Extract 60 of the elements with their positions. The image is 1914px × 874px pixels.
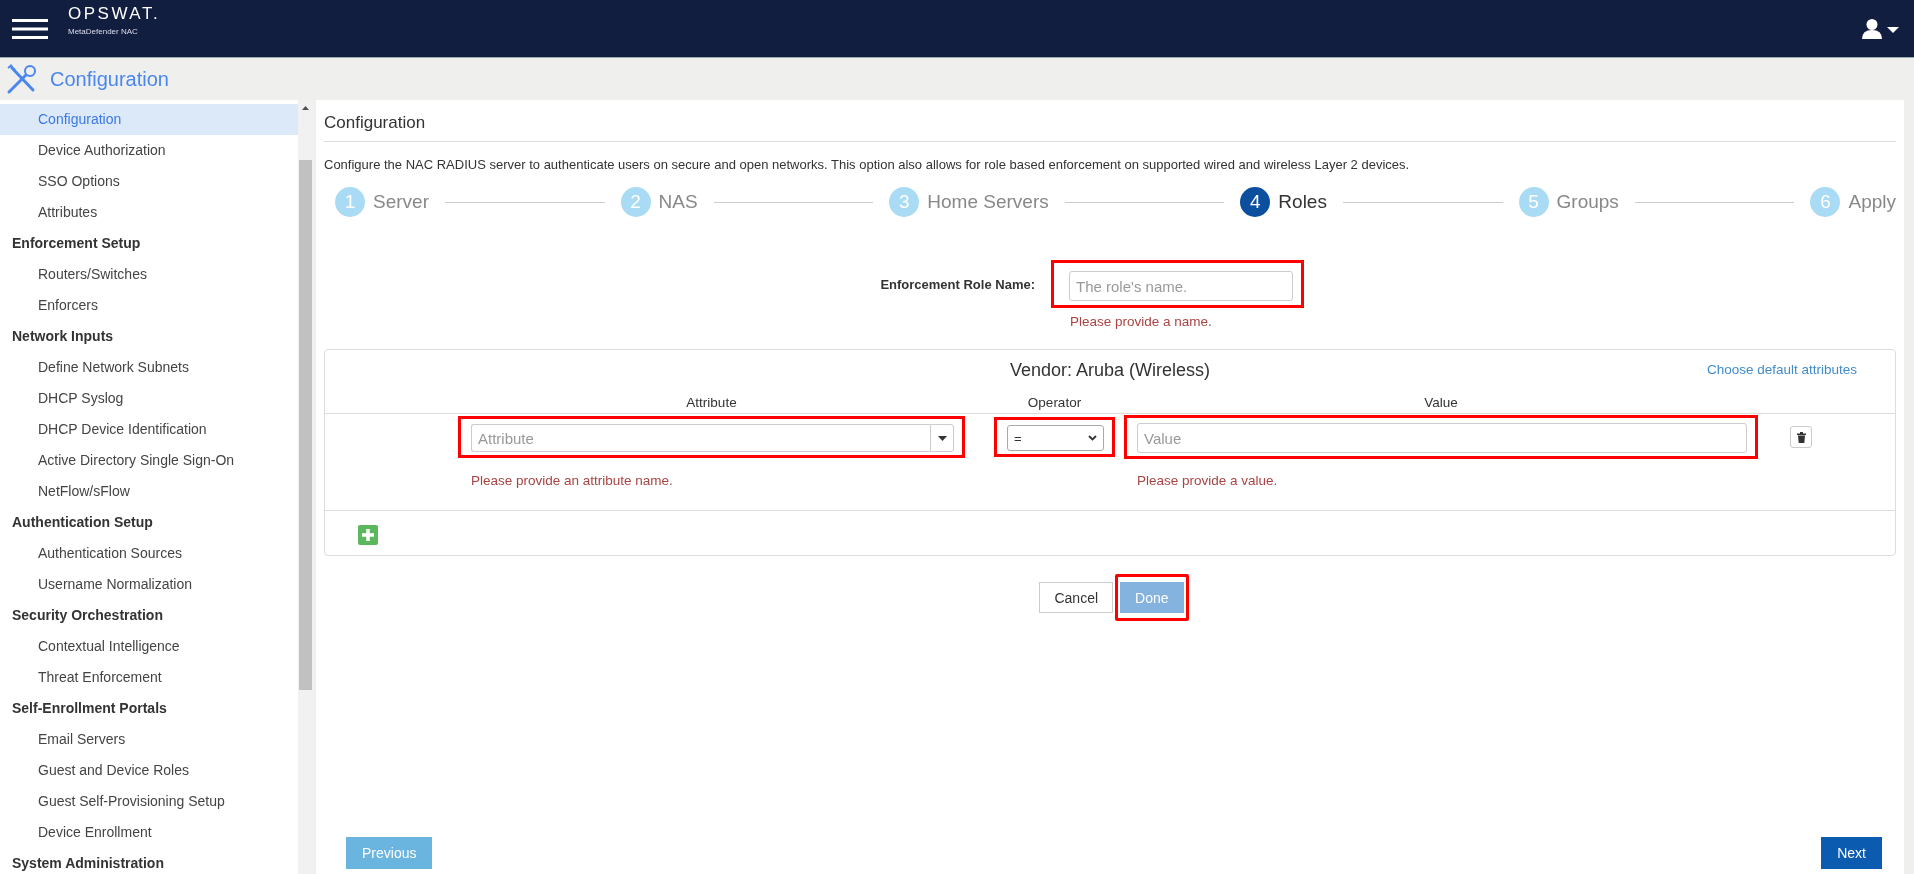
sidebar-item[interactable]: Routers/Switches <box>0 259 298 290</box>
delete-button[interactable] <box>1790 426 1812 448</box>
operator-select[interactable]: = <box>1007 425 1104 451</box>
page-title: Configuration <box>324 100 1896 142</box>
next-button[interactable]: Next <box>1821 837 1882 869</box>
error-message: Please provide a value. <box>1136 472 1279 488</box>
chevron-icon <box>1088 435 1097 441</box>
trash-icon <box>1796 431 1806 443</box>
step-label[interactable]: Roles <box>1278 191 1327 213</box>
sidebar-group-heading[interactable]: Enforcement Setup <box>0 228 298 259</box>
column-header: Attribute <box>685 395 738 410</box>
choose-default-attributes-link[interactable]: Choose default attributes <box>1706 362 1857 377</box>
attribute-field[interactable]: Attribute <box>471 424 930 452</box>
sidebar-item[interactable]: Contextual Intelligence <box>0 631 298 662</box>
sidebar-item[interactable]: NetFlow/sFlow <box>0 476 298 507</box>
sidebar-group-heading[interactable]: Network Inputs <box>0 321 298 352</box>
menu-icon[interactable] <box>12 17 48 40</box>
sidebar-item[interactable]: Device Enrollment <box>0 817 298 848</box>
column-header: Value <box>1423 395 1459 410</box>
section-title: Configuration <box>50 67 169 91</box>
sidebar-item[interactable]: DHCP Syslog <box>0 383 298 414</box>
cancel-button[interactable]: Cancel <box>1039 582 1114 613</box>
sidebar-group-heading[interactable]: Security Orchestration <box>0 600 298 631</box>
step-label[interactable]: Home Servers <box>927 191 1049 213</box>
sidebar-item[interactable]: Username Normalization <box>0 569 298 600</box>
product-name: MetaDefender NAC <box>68 27 139 36</box>
sidebar-item[interactable]: Define Network Subnets <box>0 352 298 383</box>
step-label[interactable]: Server <box>373 191 429 213</box>
sidebar-group-heading[interactable]: System Administration <box>0 848 298 874</box>
column-header: Operator <box>1026 395 1083 410</box>
value-field[interactable]: Value <box>1137 423 1747 453</box>
sidebar-item[interactable]: Email Servers <box>0 724 298 755</box>
sidebar-item[interactable]: SSO Options <box>0 166 298 197</box>
sidebar-item[interactable]: Authentication Sources <box>0 538 298 569</box>
sidebar-item[interactable]: Guest and Device Roles <box>0 755 298 786</box>
role-name-field[interactable]: The role's name. <box>1069 271 1293 301</box>
sidebar-item[interactable]: Attributes <box>0 197 298 228</box>
dropdown-button[interactable] <box>930 424 954 452</box>
step-label[interactable]: NAS <box>658 191 698 213</box>
sidebar-group-heading[interactable]: Self-Enrollment Portals <box>0 693 298 724</box>
caret-icon <box>937 435 947 441</box>
panel-title: Vendor: Aruba (Wireless) <box>1009 359 1211 381</box>
user-menu-icon[interactable] <box>1862 18 1900 39</box>
sidebar-item[interactable]: Guest Self-Provisioning Setup <box>0 786 298 817</box>
step-label[interactable]: Apply <box>1848 191 1896 213</box>
page-description: Configure the NAC RADIUS server to authenticate users on secure and open networks. This option also allows for role based enforcement on supported wired and wireless Layer 2 devices. <box>324 157 1411 172</box>
sidebar-group-heading[interactable]: Authentication Setup <box>0 507 298 538</box>
tools-icon <box>6 63 38 95</box>
sidebar-item[interactable]: DHCP Device Identification <box>0 414 298 445</box>
logo: OPSWAT. <box>68 4 161 24</box>
step-label[interactable]: Groups <box>1556 191 1619 213</box>
field-label: Enforcement Role Name: <box>879 276 1035 292</box>
error-message: Please provide an attribute name. <box>470 472 674 488</box>
sidebar-item[interactable]: Device Authorization <box>0 135 298 166</box>
sidebar-item[interactable]: Active Directory Single Sign-On <box>0 445 298 476</box>
step-number[interactable]: 4 <box>1240 187 1271 217</box>
error-message: Please provide a name. <box>1070 314 1213 329</box>
scrollbar[interactable] <box>298 100 313 874</box>
sidebar-item[interactable]: Threat Enforcement <box>0 662 298 693</box>
sidebar-item[interactable]: Enforcers <box>0 290 298 321</box>
